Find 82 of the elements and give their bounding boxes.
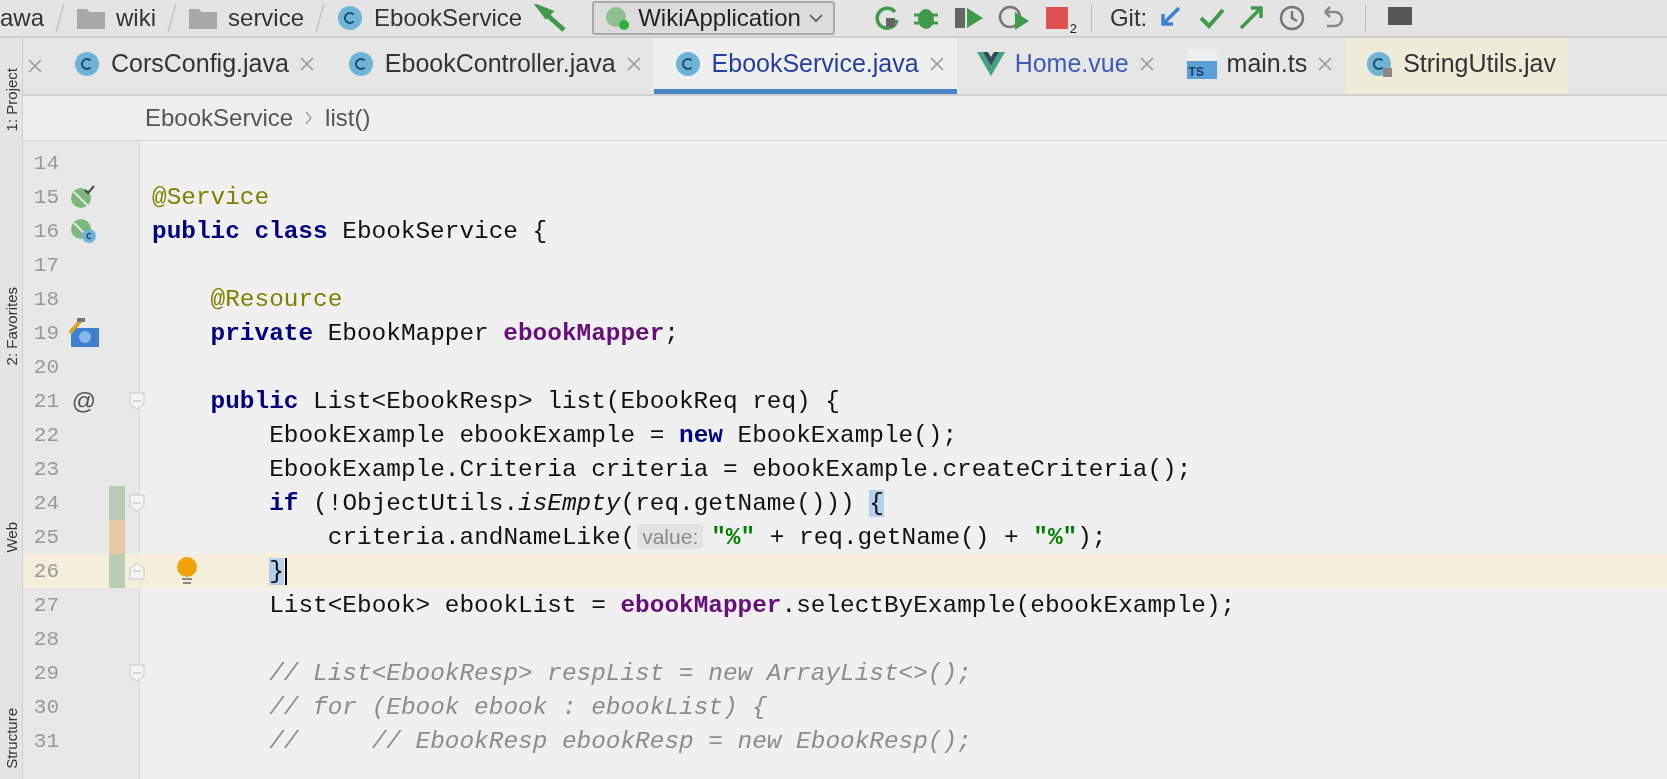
code-line: private EbookMapper ebookMapper;	[210, 319, 679, 347]
line-number: 14	[32, 151, 59, 175]
git-label: Git:	[1109, 4, 1148, 32]
close-icon[interactable]	[1317, 55, 1334, 72]
code-line: EbookExample ebookExample = new EbookExample();	[269, 421, 958, 449]
code-line: List<Ebook> ebookList = ebookMapper.selectByExample(ebookExample);	[269, 591, 1236, 619]
bean-check-icon[interactable]	[70, 184, 98, 210]
close-icon[interactable]	[928, 55, 945, 72]
lightbulb-icon[interactable]	[175, 556, 199, 586]
gutter-marker[interactable]: @	[71, 387, 97, 415]
editor-tab[interactable]: StringUtils.jav	[1345, 38, 1568, 94]
editor-tab[interactable]: TS main.ts	[1166, 38, 1346, 94]
run-configuration-dropdown[interactable]: WikiApplication	[592, 1, 835, 35]
navigation-crumb[interactable]: wiki	[116, 4, 157, 32]
folder-icon	[76, 6, 107, 30]
navigation-crumb[interactable]: awa	[0, 4, 45, 32]
code-line: // // EbookResp ebookResp = new EbookResp();	[269, 727, 972, 755]
tool-window-tab[interactable]: 1: Project	[2, 68, 20, 132]
line-number: 30	[32, 695, 59, 719]
caret-icon	[808, 13, 823, 23]
fold-marker-icon[interactable]	[129, 392, 145, 410]
line-number: 19	[32, 321, 59, 345]
editor-tab[interactable]: EbookController.java	[326, 38, 654, 94]
code-line: // for (Ebook ebook : ebookList) {	[269, 693, 767, 721]
code-line: criteria.andNameLike( value: "%" + req.getName() + "%");	[327, 523, 1107, 551]
fold-marker-icon[interactable]	[129, 494, 145, 512]
change-marker[interactable]	[109, 520, 125, 554]
line-number: 27	[32, 593, 59, 617]
tool-window-tab[interactable]: Web	[2, 521, 20, 553]
close-icon[interactable]	[1138, 55, 1155, 72]
line-number: 28	[32, 627, 59, 651]
bean-class-icon[interactable]	[70, 217, 98, 245]
class-icon	[1365, 49, 1394, 78]
navigation-crumb[interactable]: service	[228, 4, 305, 32]
class-icon	[346, 49, 375, 78]
change-marker[interactable]	[109, 554, 125, 588]
navigation-crumb[interactable]: EbookService	[374, 4, 523, 32]
line-number: 23	[32, 457, 59, 481]
close-icon[interactable]	[27, 58, 43, 74]
class-icon	[336, 4, 365, 32]
line-number: 18	[32, 287, 59, 311]
process-count-label: 2	[1069, 21, 1077, 36]
spring-app-icon	[604, 5, 631, 31]
class-icon	[73, 49, 101, 78]
autowired-bean-icon[interactable]	[67, 318, 101, 348]
tool-window-tab[interactable]: Structure	[2, 708, 20, 769]
change-marker[interactable]	[109, 486, 125, 520]
line-number: 22	[32, 423, 59, 447]
chevron-icon	[166, 3, 179, 33]
tool-window-tab[interactable]: 2: Favorites	[2, 287, 20, 366]
line-number: 15	[32, 185, 59, 209]
editor-tab[interactable]: CorsConfig.java	[53, 38, 327, 94]
chevron-icon	[314, 3, 327, 33]
line-number: 25	[32, 525, 59, 549]
breadcrumb-item[interactable]: EbookService	[145, 104, 294, 132]
fold-marker-icon[interactable]	[129, 664, 145, 682]
folder-icon	[188, 6, 219, 30]
code-line: public class EbookService {	[152, 217, 548, 245]
line-number: 29	[32, 661, 59, 685]
chevron-icon	[305, 111, 314, 125]
close-icon[interactable]	[625, 55, 642, 72]
typescript-file-icon: TS	[1186, 48, 1217, 79]
close-icon[interactable]	[298, 55, 315, 72]
line-number: 26	[32, 559, 59, 583]
chevron-icon	[54, 3, 67, 33]
editor-tab[interactable]: Home.vue	[956, 38, 1167, 94]
code-line: if (!ObjectUtils.isEmpty(req.getName())) {	[269, 489, 884, 517]
code-line: @Service	[152, 183, 270, 211]
line-number: 24	[32, 491, 59, 515]
line-number: 31	[32, 729, 59, 753]
code-line: EbookExample.Criteria criteria = ebookExample.createCriteria();	[269, 455, 1192, 483]
class-icon	[673, 49, 702, 78]
line-number: 17	[32, 253, 59, 277]
line-number: 20	[32, 355, 59, 379]
line-number: 21	[32, 389, 59, 413]
breadcrumb-item[interactable]: list()	[325, 104, 371, 132]
line-number: 16	[32, 219, 59, 243]
code-line: public List<EbookResp> list(EbookReq req) {	[210, 387, 840, 415]
vue-icon	[976, 50, 1005, 77]
editor-tab[interactable]: EbookService.java	[653, 38, 957, 94]
code-line: // List<EbookResp> respList = new ArrayList<>();	[269, 659, 972, 687]
code-line: @Resource	[210, 285, 343, 313]
